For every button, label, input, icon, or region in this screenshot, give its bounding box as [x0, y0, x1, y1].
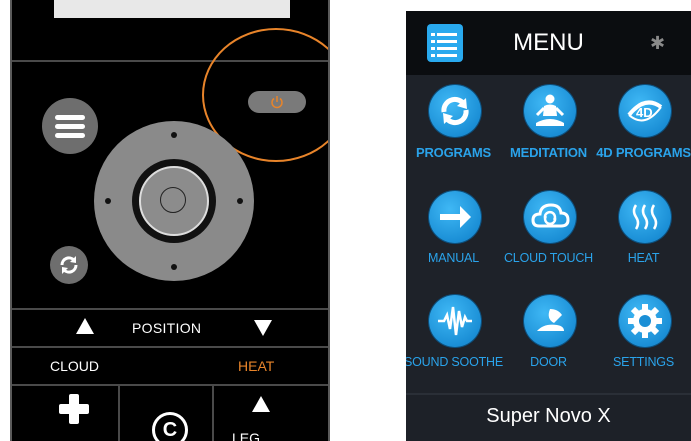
menu-icon: [55, 114, 85, 120]
menu-button[interactable]: [42, 98, 98, 154]
menu-item-settings[interactable]: SETTINGS: [596, 285, 691, 385]
divider: [118, 384, 120, 441]
sync-icon: [60, 256, 78, 274]
arrow-right-icon: [440, 206, 471, 228]
menu-item-label: SOUND SOOTHE: [406, 355, 503, 369]
menu-grid: PROGRAMS MEDITATION 4D 4D PROGRAMS MANUA…: [406, 75, 691, 393]
menu-item-door[interactable]: DOOR: [501, 285, 596, 385]
divider: [212, 384, 214, 441]
menu-item-programs[interactable]: PROGRAMS: [406, 75, 501, 175]
door-icon: [537, 309, 564, 331]
remote-display-bar: [54, 0, 290, 18]
dpad-down[interactable]: [171, 264, 177, 270]
menu-item-label: MANUAL: [428, 251, 479, 265]
leg-up-button[interactable]: [252, 396, 270, 412]
menu-item-label: DOOR: [530, 355, 567, 369]
meditation-icon: [535, 94, 565, 126]
svg-text:4D: 4D: [636, 105, 653, 120]
menu-item-sound-soothe[interactable]: SOUND SOOTHE: [406, 285, 503, 385]
dpad-right[interactable]: [237, 198, 243, 204]
cloud-touch-icon: [531, 203, 570, 228]
menu-item-4d-programs[interactable]: 4D 4D PROGRAMS: [596, 75, 691, 175]
sound-wave-icon: [438, 306, 472, 336]
direction-pad[interactable]: [94, 121, 254, 281]
device-name-bar: Super Novo X: [406, 393, 691, 441]
menu-item-cloud-touch[interactable]: CLOUD TOUCH: [501, 181, 596, 281]
device-name: Super Novo X: [486, 405, 611, 427]
phone-screen: MENU ✱ PROGRAMS MEDITATION 4D 4D PROGRAM…: [406, 11, 691, 441]
menu-item-label: 4D PROGRAMS: [596, 145, 691, 160]
menu-item-label: PROGRAMS: [416, 145, 491, 160]
dpad-up[interactable]: [171, 132, 177, 138]
sync-arrows-icon: [441, 96, 469, 126]
sync-button[interactable]: [50, 246, 88, 284]
divider: [12, 384, 328, 386]
dpad-left[interactable]: [105, 198, 111, 204]
menu-item-label: CLOUD TOUCH: [503, 251, 594, 265]
bluetooth-icon[interactable]: ✱: [650, 33, 665, 54]
menu-item-meditation[interactable]: MEDITATION: [501, 75, 596, 175]
heat-waves-icon: [632, 204, 658, 230]
remote-panel: POSITION CLOUD HEAT C LEG: [10, 0, 330, 441]
position-row: POSITION: [12, 310, 328, 346]
position-label: POSITION: [132, 320, 202, 336]
dpad-ok-button[interactable]: [160, 187, 186, 213]
menu-title: MENU: [513, 29, 584, 56]
position-up-button[interactable]: [76, 318, 94, 334]
c-button[interactable]: C: [152, 412, 188, 441]
gear-icon: [628, 304, 662, 338]
menu-item-manual[interactable]: MANUAL: [406, 181, 501, 281]
cloud-button[interactable]: CLOUD: [50, 358, 99, 374]
position-down-button[interactable]: [254, 320, 272, 336]
menu-header: MENU ✱: [406, 11, 691, 75]
heat-button[interactable]: HEAT: [238, 358, 274, 374]
menu-item-label: SETTINGS: [613, 355, 674, 369]
leg-label: LEG: [232, 430, 261, 441]
menu-item-label: MEDITATION: [510, 145, 587, 160]
divider: [12, 346, 328, 348]
menu-item-heat[interactable]: HEAT: [596, 181, 691, 281]
4d-icon: 4D: [627, 100, 663, 122]
menu-item-label: HEAT: [627, 251, 660, 265]
